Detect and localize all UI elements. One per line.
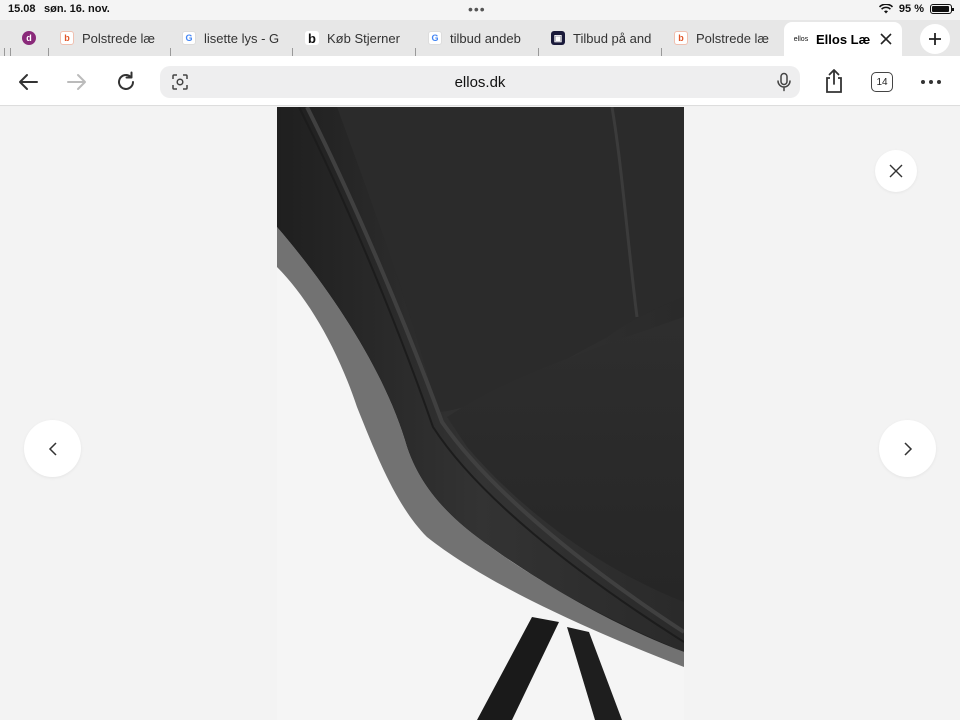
more-button[interactable] <box>917 68 945 96</box>
browser-toolbar: ellos.dk 14 <box>0 56 960 106</box>
share-icon <box>826 69 842 93</box>
microphone-icon[interactable] <box>776 72 792 92</box>
tab-overview-button[interactable]: 14 <box>871 72 893 92</box>
tab-label: Ellos Læ <box>816 31 870 47</box>
google-icon: G <box>428 31 442 45</box>
tab-2[interactable]: G lisette lys - G <box>182 24 282 52</box>
bilka-icon: b <box>674 31 688 45</box>
pinned-site-icon: d <box>22 31 36 45</box>
close-tab-icon[interactable] <box>880 33 892 45</box>
tab-label: tilbud andeb <box>450 30 521 46</box>
tab-1[interactable]: b Polstrede læ <box>60 24 160 52</box>
tab-label: Polstrede læ <box>82 30 155 46</box>
next-image-button[interactable] <box>879 420 936 477</box>
status-date: søn. 16. nov. <box>44 3 110 15</box>
tab-6[interactable]: b Polstrede læ <box>674 24 774 52</box>
reload-button[interactable] <box>112 68 140 96</box>
image-viewer <box>0 107 960 720</box>
tab-active[interactable]: ellos Ellos Læ <box>784 22 902 56</box>
bag-icon: ▣ <box>551 31 565 45</box>
tab-5[interactable]: ▣ Tilbud på and <box>551 24 651 52</box>
url-text: ellos.dk <box>454 74 506 91</box>
back-button[interactable] <box>14 68 42 96</box>
close-icon <box>889 164 903 178</box>
wifi-icon <box>878 4 893 14</box>
reload-icon <box>118 71 134 90</box>
tab-pinned[interactable]: d <box>22 24 40 52</box>
forward-button[interactable] <box>63 68 91 96</box>
battery-icon <box>930 4 954 14</box>
more-icon <box>921 80 941 84</box>
status-bar: 15.08 søn. 16. nov. ••• 95 % <box>0 0 960 20</box>
close-viewer-button[interactable] <box>875 150 917 192</box>
share-button[interactable] <box>820 67 848 95</box>
new-tab-button[interactable] <box>920 24 950 54</box>
tab-label: Køb Stjerner <box>327 30 400 46</box>
bilka-icon: b <box>60 31 74 45</box>
chair-photo <box>277 107 684 720</box>
b-icon: b <box>305 31 319 46</box>
plus-icon <box>929 33 941 45</box>
status-time: 15.08 <box>8 3 36 15</box>
ellos-icon: ellos <box>794 32 808 46</box>
arrow-right-icon <box>67 74 86 90</box>
tab-label: Polstrede læ <box>696 30 769 46</box>
google-icon: G <box>182 31 196 45</box>
chevron-left-icon <box>48 441 57 456</box>
tab-label: Tilbud på and <box>573 30 651 46</box>
tab-bar: d b Polstrede læ G lisette lys - G b Køb… <box>0 20 960 66</box>
chevron-right-icon <box>903 441 912 456</box>
tab-3[interactable]: b Køb Stjerner <box>305 24 405 52</box>
battery-percent: 95 % <box>898 3 924 15</box>
address-bar[interactable]: ellos.dk <box>160 66 800 98</box>
tab-label: lisette lys - G <box>204 30 280 46</box>
multitask-dots-icon[interactable]: ••• <box>468 1 486 17</box>
product-image[interactable] <box>277 107 684 720</box>
previous-image-button[interactable] <box>24 420 81 477</box>
status-right: 95 % <box>878 3 954 15</box>
arrow-left-icon <box>19 74 38 90</box>
tab-4[interactable]: G tilbud andeb <box>428 24 528 52</box>
